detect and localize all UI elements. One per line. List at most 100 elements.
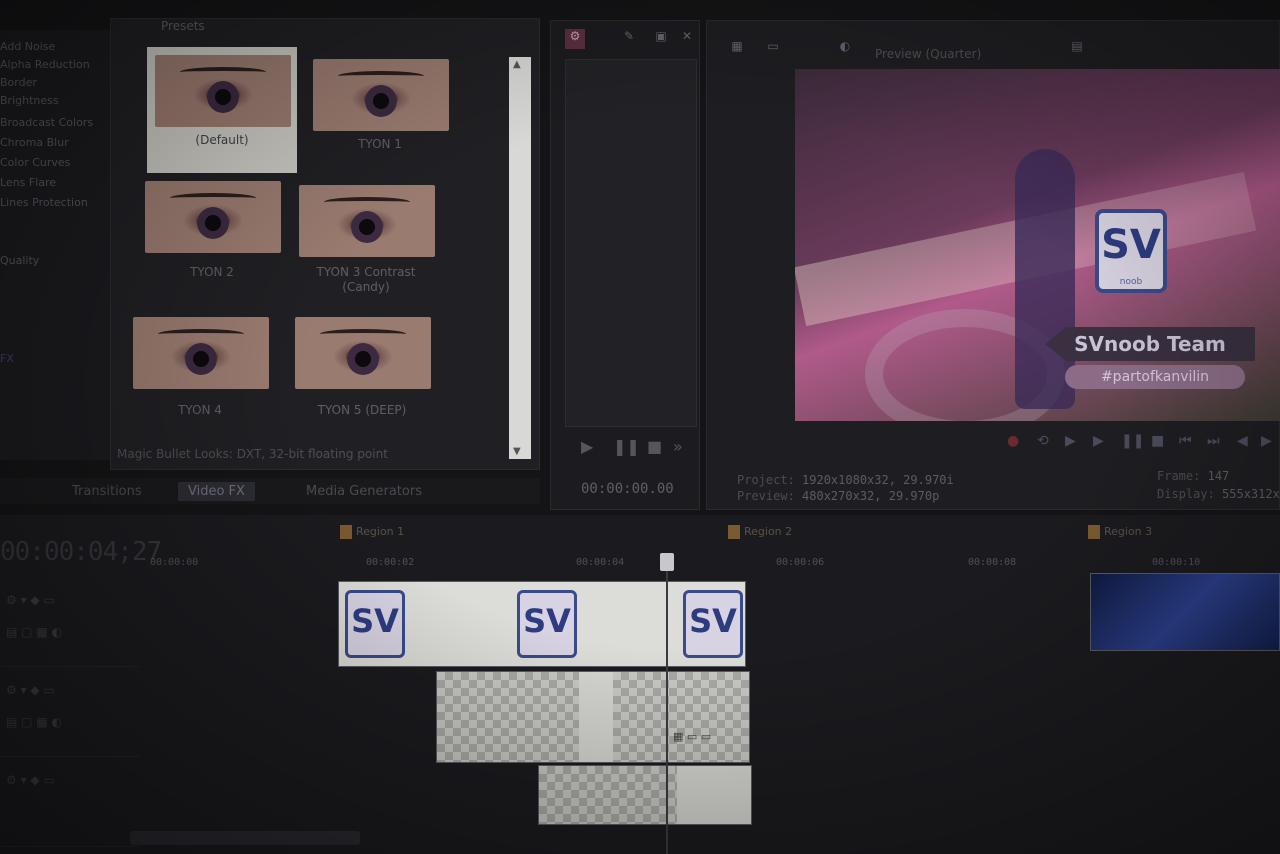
- loop-icon[interactable]: ⟲: [1037, 433, 1049, 449]
- trimmer-toolbar: ⚙ ✎ ▣ ✕: [563, 27, 693, 51]
- trimmer-panel: ⚙ ✎ ▣ ✕ ▶ ❚❚ ■ » 00:00:00.00: [550, 20, 700, 510]
- track-settings-icon[interactable]: ⚙ ▾ ◆ ▭: [6, 593, 55, 607]
- preset-label: TYON 3 Contrast (Candy): [316, 265, 416, 294]
- video-clip[interactable]: [538, 765, 752, 825]
- gear-icon[interactable]: ⚙: [565, 29, 585, 49]
- project-info: Project: 1920x1080x32, 29.970i: [737, 473, 954, 487]
- region-marker[interactable]: Region 2: [728, 525, 792, 539]
- tab-media-generators[interactable]: Media Generators: [296, 482, 432, 501]
- sv-logo: SV noob: [1095, 209, 1167, 293]
- video-clip[interactable]: [1090, 573, 1280, 651]
- preset-thumbnail[interactable]: TYON 4: [125, 309, 275, 435]
- ruler-tick: 00:00:02: [366, 557, 415, 568]
- trimmer-view[interactable]: [565, 59, 697, 427]
- scroll-up-icon[interactable]: ▲: [513, 59, 521, 70]
- timeline: 00:00:04;27 ⚙ ▾ ◆ ▭ ▤ ▢ ▦ ◐ ⚙ ▾ ◆ ▭ ▤ ▢ …: [0, 515, 1280, 854]
- presets-panel: Presets (Default) TYON 1 TYON 2 TYON 3 C…: [110, 18, 540, 470]
- ruler-tick: 00:00:00: [150, 557, 199, 568]
- preset-thumbnail[interactable]: TYON 1: [305, 51, 455, 177]
- fast-forward-icon[interactable]: »: [673, 437, 683, 456]
- edit-icon[interactable]: ✎: [619, 29, 639, 49]
- preview-transport: ● ⟲ ▶ ▶ ❚❚ ■ ⏮ ⏭ ◀ ▶: [1007, 433, 1277, 455]
- play-icon[interactable]: ▶: [581, 437, 593, 456]
- team-name-badge: SVnoob Team: [1045, 327, 1255, 361]
- fx-category-item[interactable]: Color Curves: [0, 156, 70, 169]
- play-icon[interactable]: ▶: [1093, 433, 1104, 449]
- fx-category-item[interactable]: Lens Flare: [0, 176, 56, 189]
- fx-category-item[interactable]: Lines Protection: [0, 196, 88, 209]
- ruler-tick: 00:00:04: [576, 557, 625, 568]
- video-preview-panel: ▦ ▭ ◐ Preview (Quarter) ▤ SV noob SVnoob…: [706, 20, 1280, 510]
- track-header[interactable]: ⚙ ▾ ◆ ▭ ▤ ▢ ▦ ◐: [0, 675, 140, 757]
- video-clip[interactable]: ▦ ▭ ▭: [436, 671, 750, 763]
- eye-preview-image: [145, 181, 281, 253]
- previous-frame-icon[interactable]: ◀: [1237, 433, 1248, 449]
- fx-category-item[interactable]: Broadcast Colors: [0, 116, 93, 129]
- display-info: Display: 555x312x: [1157, 487, 1280, 501]
- timeline-scrollbar[interactable]: [130, 831, 360, 845]
- trimmer-timecode: 00:00:00.00: [581, 481, 674, 497]
- window-tabs: Transitions Video FX Media Generators: [0, 478, 540, 504]
- eye-preview-image: [299, 185, 435, 257]
- track-header[interactable]: ⚙ ▾ ◆ ▭ ▤ ▢ ▦ ◐: [0, 585, 140, 667]
- fx-category-item[interactable]: Alpha Reduction: [0, 58, 90, 71]
- eye-preview-image: [133, 317, 269, 389]
- pause-icon[interactable]: ❚❚: [613, 437, 640, 456]
- playhead-handle[interactable]: [660, 553, 674, 571]
- clip-fx-icon[interactable]: ▦ ▭ ▭: [673, 730, 711, 743]
- next-frame-icon[interactable]: ▶: [1261, 433, 1272, 449]
- preset-thumbnail[interactable]: TYON 3 Contrast (Candy): [291, 177, 441, 303]
- stop-icon[interactable]: ■: [647, 437, 662, 456]
- preview-toolbar: ▦ ▭ ◐ Preview (Quarter) ▤: [707, 39, 1280, 65]
- ruler-tick: 00:00:10: [1152, 557, 1201, 568]
- timeline-timecode: 00:00:04;27: [0, 537, 162, 567]
- eye-preview-image: [155, 55, 291, 127]
- preset-label: TYON 2: [190, 265, 234, 279]
- overlays-icon[interactable]: ▤: [1067, 39, 1087, 59]
- monitor-icon[interactable]: ▭: [763, 39, 783, 59]
- preset-thumbnail[interactable]: TYON 5 (DEEP): [287, 309, 437, 435]
- track-headers: ⚙ ▾ ◆ ▭ ▤ ▢ ▦ ◐ ⚙ ▾ ◆ ▭ ▤ ▢ ▦ ◐ ⚙ ▾ ◆ ▭: [0, 585, 140, 854]
- fx-category-item[interactable]: FX: [0, 352, 14, 365]
- preview-quality-dropdown[interactable]: Preview (Quarter): [875, 47, 981, 61]
- fx-category-item[interactable]: Add Noise: [0, 40, 55, 53]
- track-controls-icon[interactable]: ▤ ▢ ▦ ◐: [6, 715, 62, 729]
- clip-thumbnail: SV: [345, 590, 405, 658]
- close-icon[interactable]: ✕: [677, 29, 697, 49]
- properties-icon[interactable]: ▦: [727, 39, 747, 59]
- presets-scrollbar[interactable]: ▲ ▼: [509, 57, 531, 459]
- stop-icon[interactable]: ■: [1151, 433, 1164, 449]
- fx-category-item[interactable]: Chroma Blur: [0, 136, 69, 149]
- region-marker[interactable]: Region 1: [340, 525, 404, 539]
- video-clip[interactable]: SV SV SV: [338, 581, 746, 667]
- go-to-end-icon[interactable]: ⏭: [1207, 433, 1220, 449]
- track-controls-icon[interactable]: ▤ ▢ ▦ ◐: [6, 625, 62, 639]
- track-settings-icon[interactable]: ⚙ ▾ ◆ ▭: [6, 773, 55, 787]
- video-frame: SV noob SVnoob Team #partofkanvilin: [795, 69, 1280, 421]
- clip-thumbnail: SV: [683, 590, 743, 658]
- frame-info: Frame: 147: [1157, 469, 1230, 483]
- go-to-start-icon[interactable]: ⏮: [1179, 433, 1192, 449]
- track-settings-icon[interactable]: ⚙ ▾ ◆ ▭: [6, 683, 55, 697]
- tab-video-fx[interactable]: Video FX: [178, 482, 255, 501]
- region-marker[interactable]: Region 3: [1088, 525, 1152, 539]
- preset-thumbnail[interactable]: (Default): [147, 47, 297, 173]
- playhead-line: [666, 555, 668, 854]
- preset-label: TYON 4: [178, 403, 222, 417]
- record-icon[interactable]: ●: [1007, 433, 1019, 449]
- layout-icon[interactable]: ▣: [651, 29, 671, 49]
- fx-category-item[interactable]: Quality: [0, 254, 39, 267]
- preset-label: TYON 1: [358, 137, 402, 151]
- eye-preview-image: [313, 59, 449, 131]
- play-from-start-icon[interactable]: ▶: [1065, 433, 1076, 449]
- pause-icon[interactable]: ❚❚: [1121, 433, 1144, 449]
- preset-thumbnail[interactable]: TYON 2: [137, 173, 287, 299]
- tab-transitions[interactable]: Transitions: [62, 482, 152, 501]
- clip-thumbnail: SV: [517, 590, 577, 658]
- ruler-tick: 00:00:08: [968, 557, 1017, 568]
- track-header[interactable]: ⚙ ▾ ◆ ▭: [0, 765, 140, 847]
- ruler-tick: 00:00:06: [776, 557, 825, 568]
- split-screen-icon[interactable]: ◐: [835, 39, 855, 59]
- fx-category-item[interactable]: Brightness: [0, 94, 59, 107]
- fx-category-item[interactable]: Border: [0, 76, 37, 89]
